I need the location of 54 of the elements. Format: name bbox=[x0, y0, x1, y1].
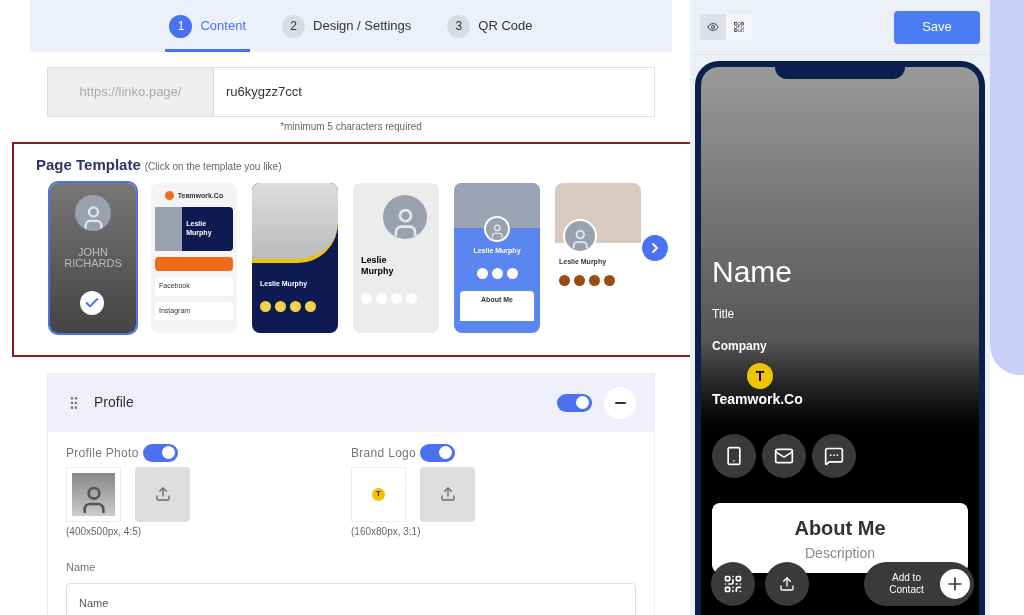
check-icon bbox=[80, 290, 104, 315]
size-hint: (400x500px, 4:5) bbox=[66, 524, 143, 539]
upload-button[interactable] bbox=[135, 466, 190, 522]
toggle-switch[interactable] bbox=[420, 443, 456, 462]
about-title: About Me bbox=[794, 516, 886, 541]
qr-code-icon bbox=[733, 21, 745, 33]
share-icon bbox=[779, 576, 795, 592]
step-tab[interactable]: 3 QR Code bbox=[443, 0, 537, 52]
phone-icon bbox=[724, 446, 744, 466]
section-title: Page Template bbox=[36, 155, 141, 175]
url-prefix: https://linko.page/ bbox=[48, 68, 214, 116]
upload-icon bbox=[439, 486, 456, 502]
next-arrow-button[interactable] bbox=[642, 234, 668, 261]
logo-icon bbox=[164, 191, 174, 201]
brand-name: Teamwork.Co bbox=[712, 390, 804, 409]
section-hint: (Click on the template you like) bbox=[144, 160, 282, 174]
size-hint: (160x80px, 3:1) bbox=[351, 524, 422, 539]
avatar-placeholder bbox=[383, 194, 427, 239]
hint-text: *minimum 5 characters required bbox=[280, 120, 422, 134]
template-name-text: RICHARDS bbox=[64, 257, 122, 269]
profile-company: Company bbox=[712, 338, 768, 355]
step-tab[interactable]: 2 Design / Settings bbox=[278, 0, 416, 52]
preview-toggle[interactable] bbox=[700, 14, 726, 40]
toggle-switch[interactable] bbox=[557, 393, 592, 412]
page-code-input[interactable]: ru6kygzz7cct bbox=[214, 68, 654, 116]
about-description: Description bbox=[805, 544, 875, 563]
name-input[interactable]: Name bbox=[66, 583, 636, 615]
profile-title: Title bbox=[712, 306, 736, 323]
template-thumbnail[interactable]: JOHN RICHARDS bbox=[50, 182, 136, 333]
template-name-text: Leslie Murphy bbox=[361, 254, 395, 277]
field-label: Profile Photo bbox=[66, 444, 139, 462]
upload-button[interactable] bbox=[420, 466, 475, 522]
minus-icon bbox=[614, 401, 626, 404]
message-icon bbox=[824, 446, 844, 466]
qr-code-icon bbox=[723, 574, 743, 594]
avatar-placeholder bbox=[75, 194, 111, 231]
toggle-switch[interactable] bbox=[142, 443, 178, 462]
field-label: Brand Logo bbox=[351, 444, 417, 462]
save-button[interactable]: Save bbox=[894, 10, 980, 44]
add-contact-button[interactable]: Add to Contact bbox=[864, 562, 974, 606]
section-title: Profile bbox=[94, 393, 135, 412]
template-thumbnail[interactable]: Leslie Murphy bbox=[353, 182, 439, 333]
profile-name: Name bbox=[712, 257, 794, 287]
upload-icon bbox=[154, 486, 171, 502]
template-name-text: JOHN bbox=[78, 246, 108, 258]
collapse-button[interactable] bbox=[604, 386, 636, 419]
page-code-field[interactable]: https://linko.page/ ru6kygzz7cct bbox=[47, 67, 655, 117]
qr-toggle[interactable] bbox=[726, 14, 752, 40]
photo-placeholder bbox=[66, 466, 121, 522]
mail-icon bbox=[774, 446, 794, 466]
field-label: Name bbox=[66, 559, 97, 575]
eye-icon bbox=[707, 21, 719, 33]
logo-preview: T bbox=[351, 466, 406, 522]
step-tab[interactable]: 1 Content bbox=[165, 0, 251, 52]
